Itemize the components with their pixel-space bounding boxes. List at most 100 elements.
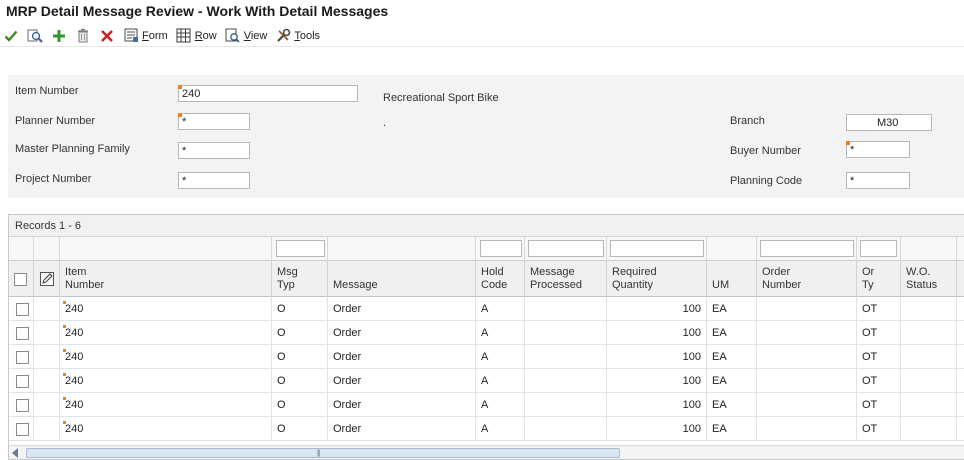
- buyer-number-field[interactable]: [846, 141, 910, 158]
- row-select-cell: [9, 321, 34, 345]
- row-select-cell: [9, 393, 34, 417]
- page-title: MRP Detail Message Review - Work With De…: [6, 3, 389, 19]
- cell-text: OT: [862, 327, 878, 339]
- planner-number-label: Planner Number: [15, 115, 96, 127]
- qbe-msg-typ-input[interactable]: [276, 240, 325, 257]
- row-checkbox[interactable]: [16, 303, 29, 316]
- cell-text: EA: [712, 423, 727, 435]
- row-edit-cell: [34, 297, 60, 321]
- row-checkbox[interactable]: [16, 375, 29, 388]
- column-required-quantity[interactable]: Required Quantity: [607, 261, 707, 297]
- add-button[interactable]: [51, 26, 67, 46]
- edit-icon[interactable]: [40, 272, 54, 290]
- master-planning-family-field[interactable]: [178, 142, 250, 159]
- cell-processed: [525, 345, 607, 369]
- cell-text: A: [481, 327, 489, 339]
- grip-icon: |||: [317, 450, 321, 457]
- qbe-or-ty-input[interactable]: [860, 240, 897, 257]
- find-button[interactable]: [27, 26, 43, 46]
- column-msg-typ[interactable]: Msg Typ: [272, 261, 328, 297]
- records-bar: Records 1 - 6: [9, 215, 964, 237]
- table-row[interactable]: 240 O Order A 100 EA OT: [9, 417, 964, 441]
- scroll-left-arrow-icon[interactable]: [12, 448, 18, 458]
- delete-button[interactable]: [75, 26, 91, 46]
- planning-code-label: Planning Code: [730, 175, 803, 187]
- row-checkbox[interactable]: [16, 351, 29, 364]
- row-checkbox[interactable]: [16, 399, 29, 412]
- toolbar: Form Row View Tools: [0, 25, 964, 47]
- cell-text: Order: [333, 303, 362, 315]
- column-item-number[interactable]: Item Number: [60, 261, 272, 297]
- cell-order-no: [757, 417, 857, 441]
- table-row[interactable]: 240 O Order A 100 EA OT: [9, 369, 964, 393]
- cell-qty: 100: [607, 321, 707, 345]
- cancel-button[interactable]: [99, 26, 115, 46]
- form-menu[interactable]: Form: [123, 26, 168, 46]
- cell-order-no: [757, 297, 857, 321]
- project-number-field[interactable]: [178, 172, 250, 189]
- table-row[interactable]: 240 O Order A 100 EA OT: [9, 297, 964, 321]
- cell-order-no: [757, 369, 857, 393]
- column-or-ty[interactable]: Or Ty: [857, 261, 901, 297]
- qbe-hold-code-input[interactable]: [480, 240, 522, 257]
- cell-msg-typ: O: [272, 417, 328, 441]
- required-flag: [63, 301, 66, 304]
- checkmark-icon: [3, 28, 19, 44]
- cell-processed: [525, 321, 607, 345]
- cell-text: 240: [65, 423, 84, 435]
- cell-item[interactable]: 240: [60, 393, 272, 417]
- project-number-label: Project Number: [15, 173, 92, 185]
- cell-text: O: [277, 351, 286, 363]
- planning-code-field[interactable]: [846, 172, 910, 189]
- row-menu-label: Row: [194, 29, 217, 42]
- cell-text: 240: [65, 351, 84, 363]
- cell-wo-status: [901, 321, 957, 345]
- branch-field[interactable]: [846, 114, 932, 131]
- scrollbar-thumb[interactable]: |||: [26, 448, 620, 458]
- cell-text: OT: [862, 351, 878, 363]
- column-message-processed[interactable]: Message Processed: [525, 261, 607, 297]
- cell-qty: 100: [607, 345, 707, 369]
- column-hold-code[interactable]: Hold Code: [476, 261, 525, 297]
- qbe-required-quantity-input[interactable]: [610, 240, 704, 257]
- select-all-checkbox[interactable]: [14, 273, 27, 286]
- table-row[interactable]: 240 O Order A 100 EA OT: [9, 345, 964, 369]
- cell-hold: A: [476, 345, 525, 369]
- cell-item[interactable]: 240: [60, 369, 272, 393]
- cell-item[interactable]: 240: [60, 297, 272, 321]
- column-message[interactable]: Message: [328, 261, 476, 297]
- cell-processed: [525, 369, 607, 393]
- view-menu[interactable]: View: [225, 26, 267, 46]
- tools-menu[interactable]: Tools: [275, 26, 320, 46]
- cell-text: 240: [65, 327, 84, 339]
- row-checkbox[interactable]: [16, 423, 29, 436]
- table-row[interactable]: 240 O Order A 100 EA OT: [9, 393, 964, 417]
- cell-item[interactable]: 240: [60, 321, 272, 345]
- row-checkbox[interactable]: [16, 327, 29, 340]
- qbe-order-number-input[interactable]: [760, 240, 854, 257]
- table-row[interactable]: 240 O Order A 100 EA OT: [9, 321, 964, 345]
- cell-qty: 100: [607, 417, 707, 441]
- row-select-cell: [9, 297, 34, 321]
- cell-or-ty: OT: [857, 417, 901, 441]
- row-menu[interactable]: Row: [176, 26, 217, 46]
- column-um[interactable]: UM: [707, 261, 757, 297]
- cell-msg-typ: O: [272, 297, 328, 321]
- cell-item[interactable]: 240: [60, 345, 272, 369]
- plus-icon: [51, 28, 67, 44]
- column-wo-status[interactable]: W.O. Status: [901, 261, 957, 297]
- column-order-number[interactable]: Order Number: [757, 261, 857, 297]
- cell-wo-status: [901, 417, 957, 441]
- planner-number-field[interactable]: [178, 113, 250, 130]
- cell-text: A: [481, 375, 489, 387]
- cell-processed: [525, 297, 607, 321]
- row-edit-cell: [34, 369, 60, 393]
- cell-um: EA: [707, 345, 757, 369]
- ok-button[interactable]: [3, 26, 19, 46]
- qbe-message-processed-input[interactable]: [528, 240, 604, 257]
- horizontal-scrollbar[interactable]: |||: [9, 445, 964, 459]
- item-number-field[interactable]: [178, 85, 358, 102]
- cell-text: A: [481, 303, 489, 315]
- cell-item[interactable]: 240: [60, 417, 272, 441]
- cell-um: EA: [707, 393, 757, 417]
